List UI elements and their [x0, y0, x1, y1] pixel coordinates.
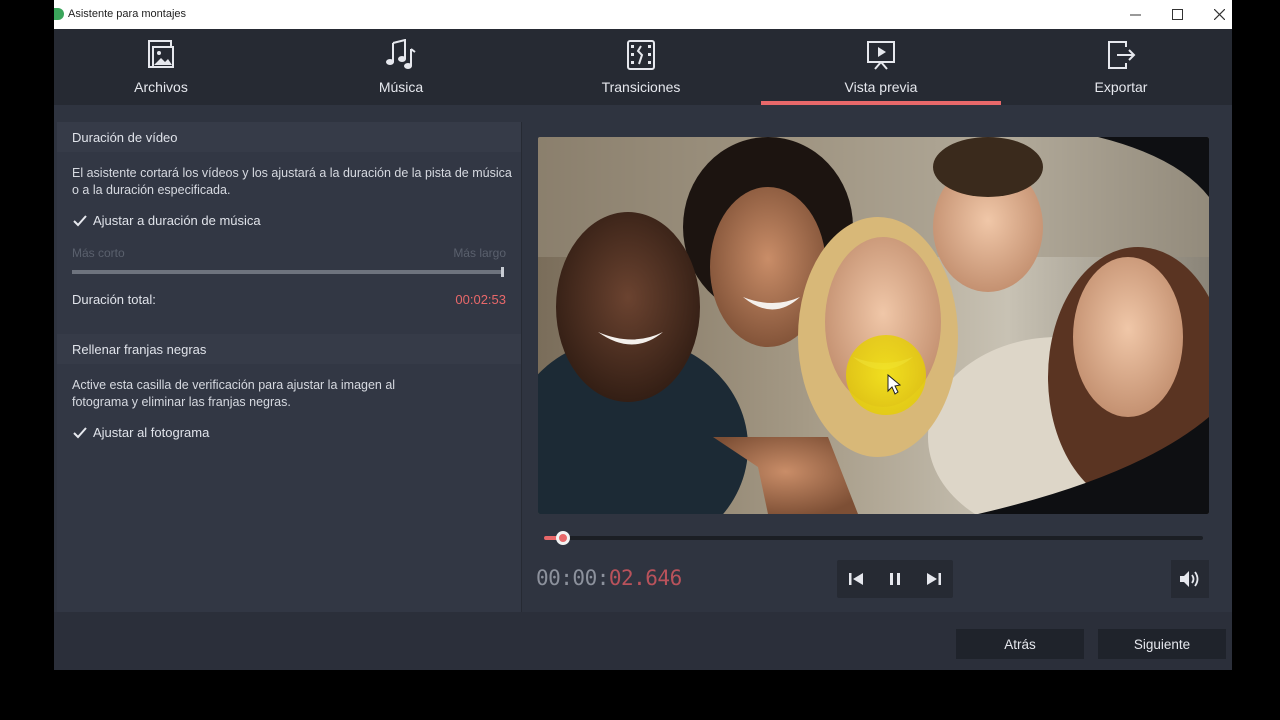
tab-musica-label: Música — [378, 79, 424, 95]
tab-exportar-label: Exportar — [1094, 79, 1148, 95]
fit-music-label: Ajustar a duración de música — [93, 213, 261, 228]
pause-button[interactable] — [876, 560, 914, 598]
duration-slider-track — [72, 270, 504, 274]
duration-slider-labels: Más corto Más largo — [72, 246, 506, 260]
film-transition-icon — [627, 40, 655, 70]
maximize-icon — [1171, 9, 1183, 20]
timeline-handle[interactable] — [556, 531, 570, 545]
next-button[interactable] — [915, 560, 953, 598]
duration-slider-handle — [501, 267, 504, 277]
panel-divider — [521, 122, 522, 612]
checkmark-icon — [73, 426, 87, 438]
tab-transiciones[interactable]: Transiciones — [521, 29, 761, 105]
timecode-elapsed-prefix: 00:00: — [536, 566, 609, 590]
maximize-button[interactable] — [1156, 0, 1198, 29]
tab-vista-previa[interactable]: Vista previa — [761, 29, 1001, 105]
fit-frame-label: Ajustar al fotograma — [93, 425, 210, 440]
next-step-button[interactable]: Siguiente — [1098, 629, 1226, 659]
tab-exportar[interactable]: Exportar — [1001, 29, 1241, 105]
total-duration-value: 00:02:53 — [455, 292, 506, 307]
wizard-steps-nav: Archivos Música Transiciones Vista previ… — [54, 29, 1232, 105]
minimize-button[interactable] — [1114, 0, 1156, 29]
minimize-icon — [1129, 14, 1141, 16]
previous-icon — [849, 573, 863, 585]
black-bars-title: Rellenar franjas negras — [72, 342, 207, 357]
checkmark-icon — [73, 214, 87, 226]
back-button[interactable]: Atrás — [956, 629, 1084, 659]
tab-musica[interactable]: Música — [281, 29, 521, 105]
previous-button[interactable] — [837, 560, 875, 598]
volume-icon — [1180, 571, 1199, 587]
playback-controls — [837, 560, 953, 598]
image-file-icon — [148, 40, 174, 68]
close-icon — [1213, 9, 1225, 20]
fit-music-checkbox[interactable]: Ajustar a duración de música — [72, 213, 261, 228]
window-title: Asistente para montajes — [68, 8, 187, 20]
montage-wizard-window: Asistente para montajes Archivos Música … — [54, 0, 1232, 670]
export-icon — [1108, 41, 1136, 69]
tab-archivos[interactable]: Archivos — [41, 29, 281, 105]
black-bars-heading: Rellenar franjas negras — [57, 334, 521, 364]
app-icon — [54, 8, 64, 20]
pause-icon — [890, 573, 900, 585]
video-preview[interactable] — [538, 137, 1209, 514]
video-duration-heading: Duración de vídeo — [57, 122, 521, 152]
total-duration-label: Duración total: — [72, 292, 156, 307]
shorter-label: Más corto — [72, 246, 125, 260]
timeline-track[interactable] — [544, 536, 1203, 540]
video-duration-description: El asistente cortará los vídeos y los aj… — [72, 166, 512, 197]
timecode-display: 00:00:02.646 — [536, 566, 682, 590]
timecode-elapsed-seconds: 02.646 — [608, 566, 682, 590]
video-duration-title: Duración de vídeo — [72, 130, 178, 145]
settings-panel: Duración de vídeo El asistente cortará l… — [57, 122, 521, 612]
volume-button[interactable] — [1171, 560, 1209, 598]
tab-archivos-label: Archivos — [134, 79, 188, 95]
fit-frame-checkbox[interactable]: Ajustar al fotograma — [72, 425, 209, 440]
music-notes-icon — [386, 39, 416, 69]
next-icon — [927, 573, 941, 585]
active-tab-indicator — [761, 101, 1001, 105]
black-bars-description: Active esta casilla de verificación para… — [72, 378, 396, 409]
close-button[interactable] — [1198, 0, 1240, 29]
title-bar: Asistente para montajes — [54, 0, 1232, 29]
tab-transiciones-label: Transiciones — [601, 79, 681, 95]
preview-play-icon — [867, 41, 895, 70]
tab-vista-previa-label: Vista previa — [844, 79, 918, 95]
longer-label: Más largo — [453, 246, 506, 260]
preview-frame-image — [538, 137, 1209, 514]
